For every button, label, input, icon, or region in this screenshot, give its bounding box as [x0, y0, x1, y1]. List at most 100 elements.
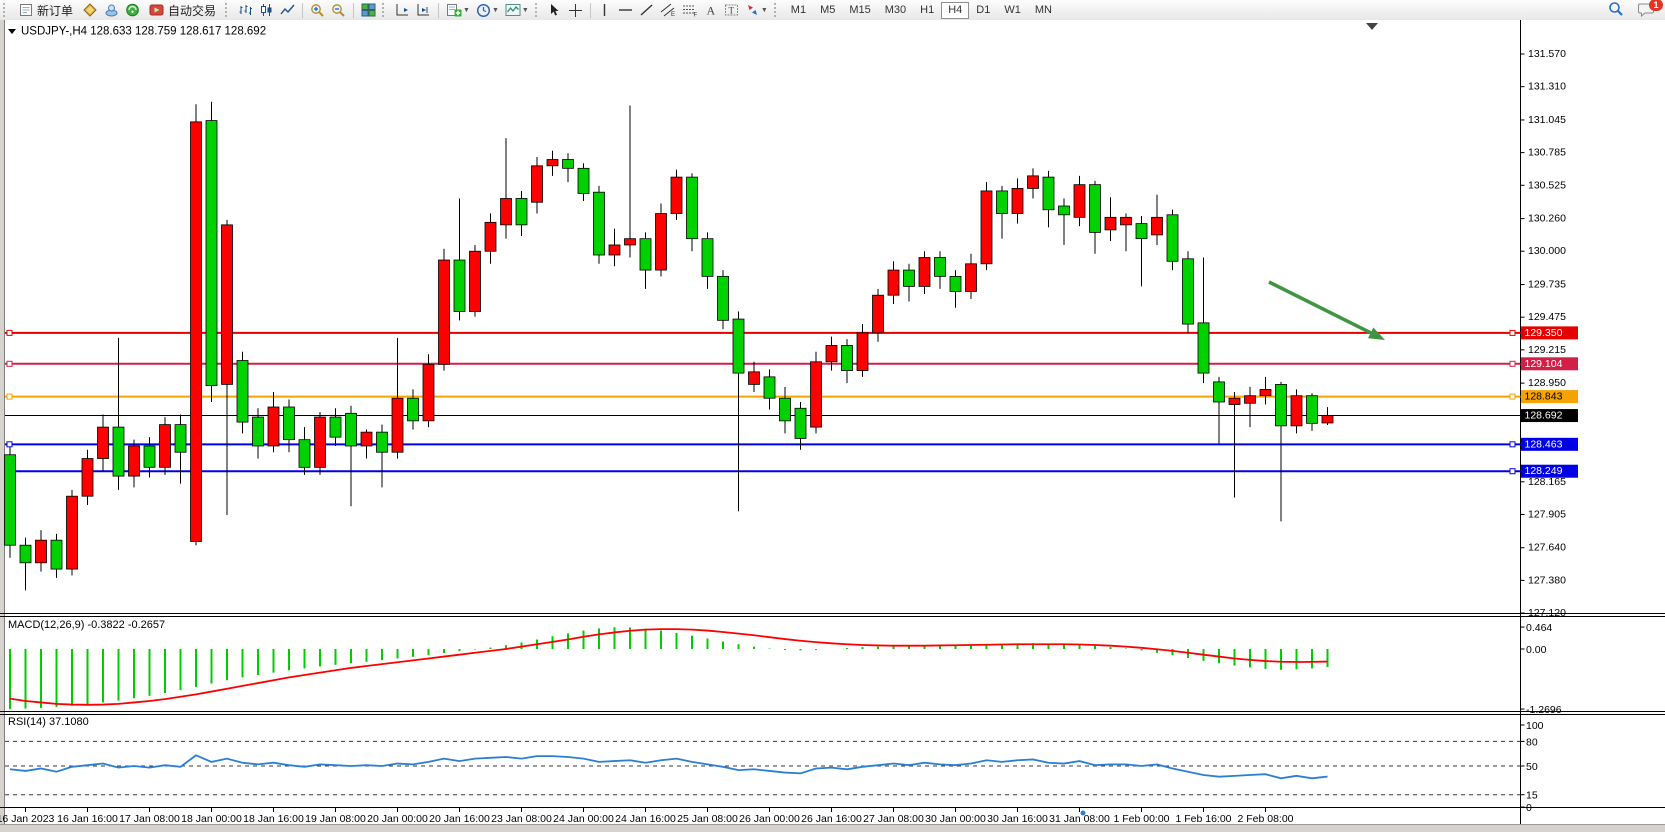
text-button[interactable]: A [701, 1, 721, 19]
gold-tool-button[interactable] [79, 1, 101, 19]
candle [687, 177, 698, 239]
mt4-window: 新订单 自动交易 [0, 0, 1665, 832]
candle [253, 417, 264, 446]
zoom-out-button[interactable] [328, 1, 349, 19]
candle [718, 276, 729, 320]
candle [82, 459, 93, 497]
toolbar-grip[interactable] [225, 3, 231, 17]
toolbar-grip[interactable] [3, 3, 9, 17]
arrows-button[interactable]: ▼ [742, 1, 771, 19]
svg-text:16 Jan 2023: 16 Jan 2023 [0, 813, 55, 825]
autotrading-button[interactable]: 自动交易 [143, 1, 222, 19]
toolbar-grip[interactable] [382, 3, 388, 17]
line-anchor-square[interactable] [1510, 469, 1515, 474]
svg-text:128.843: 128.843 [1525, 391, 1563, 403]
candle [160, 425, 171, 468]
tf-button-H1[interactable]: H1 [913, 2, 941, 19]
tf-button-W1[interactable]: W1 [997, 2, 1028, 19]
tf-button-M15[interactable]: M15 [842, 2, 877, 19]
svg-text:129.104: 129.104 [1525, 358, 1563, 370]
svg-text:127.905: 127.905 [1528, 508, 1566, 520]
signals-button[interactable] [122, 1, 143, 19]
svg-text:127.380: 127.380 [1528, 574, 1566, 586]
equidistant-channel-button[interactable]: E [657, 1, 679, 19]
line-anchor-square[interactable] [1510, 394, 1515, 399]
timeframe-bar: M1M5M15M30H1H4D1W1MN [784, 2, 1059, 19]
candle [5, 455, 16, 545]
candle [1105, 217, 1116, 230]
candle [1074, 185, 1085, 218]
toolbar-grip[interactable] [774, 3, 780, 17]
axis-marker-dot [1081, 811, 1086, 816]
candle [1291, 396, 1302, 426]
candle [1214, 382, 1225, 402]
zoom-in-icon [310, 3, 325, 18]
candle [1152, 217, 1163, 235]
svg-text:50: 50 [1526, 761, 1538, 773]
candlestick-chart-button[interactable] [256, 1, 277, 19]
crosshair-button[interactable] [565, 1, 586, 19]
candle [206, 121, 217, 386]
line-anchor-square[interactable] [7, 330, 12, 335]
line-anchor-square[interactable] [7, 361, 12, 366]
template-button[interactable]: ▼ [502, 1, 532, 19]
candle [950, 276, 961, 291]
candle [1043, 177, 1054, 210]
candle [625, 239, 636, 245]
chat-button[interactable]: 1 [1638, 2, 1655, 17]
line-anchor-square[interactable] [7, 394, 12, 399]
fibonacci-button[interactable]: F [679, 1, 701, 19]
tf-button-M30[interactable]: M30 [878, 2, 913, 19]
tf-button-H4[interactable]: H4 [941, 2, 969, 19]
svg-text:23 Jan 08:00: 23 Jan 08:00 [491, 813, 552, 825]
vertical-line-button[interactable] [595, 1, 615, 19]
toolbar-separator [590, 3, 591, 18]
line-anchor-square[interactable] [1510, 442, 1515, 447]
candle [1167, 215, 1178, 261]
period-clock-icon [476, 3, 491, 18]
candle [1260, 389, 1271, 395]
candle [361, 432, 372, 446]
tf-button-M1[interactable]: M1 [784, 2, 813, 19]
period-clock-button[interactable]: ▼ [473, 1, 502, 19]
add-indicator-button[interactable]: ▼ [443, 1, 473, 19]
zoom-in-button[interactable] [307, 1, 328, 19]
cursor-button[interactable] [545, 1, 565, 19]
svg-text:RSI(14) 37.1080: RSI(14) 37.1080 [8, 716, 89, 728]
candlestick-chart-icon [259, 3, 274, 17]
svg-text:16 Jan 16:00: 16 Jan 16:00 [57, 813, 118, 825]
chart-area[interactable]: 131.570131.310131.045130.785130.525130.2… [0, 20, 1665, 832]
line-anchor-square[interactable] [1510, 330, 1515, 335]
search-icon[interactable] [1608, 1, 1624, 17]
horizontal-line-button[interactable] [615, 1, 636, 19]
new-order-button[interactable]: 新订单 [13, 1, 79, 19]
toolbar-grip[interactable] [535, 3, 541, 17]
svg-text:20 Jan 00:00: 20 Jan 00:00 [367, 813, 428, 825]
candle [1121, 217, 1132, 225]
profile-next-button[interactable] [413, 1, 434, 19]
tile-windows-button[interactable] [358, 1, 379, 19]
tf-button-D1[interactable]: D1 [969, 2, 997, 19]
candle [563, 160, 574, 169]
vertical-line-icon [598, 3, 611, 17]
symbol-ohlc-label: USDJPY-,H4 128.633 128.759 128.617 128.6… [21, 26, 266, 38]
tf-button-M5[interactable]: M5 [813, 2, 842, 19]
svg-text:128.950: 128.950 [1528, 377, 1566, 389]
community-button[interactable] [101, 1, 122, 19]
line-anchor-square[interactable] [1510, 361, 1515, 366]
bar-chart-button[interactable] [235, 1, 256, 19]
candle [1198, 323, 1209, 373]
svg-text:26 Jan 00:00: 26 Jan 00:00 [739, 813, 800, 825]
candle [36, 540, 47, 563]
tf-button-MN[interactable]: MN [1028, 2, 1059, 19]
svg-text:24 Jan 00:00: 24 Jan 00:00 [553, 813, 614, 825]
line-anchor-square[interactable] [7, 442, 12, 447]
text-label-button[interactable]: T [721, 1, 742, 19]
profile-previous-button[interactable] [392, 1, 413, 19]
line-chart-button[interactable] [277, 1, 298, 19]
toolbar-separator [438, 3, 439, 18]
trendline-button[interactable] [636, 1, 657, 19]
horizontal-line-icon [618, 3, 633, 17]
candle [268, 407, 279, 446]
toolbar-right: 1 [1608, 1, 1655, 17]
